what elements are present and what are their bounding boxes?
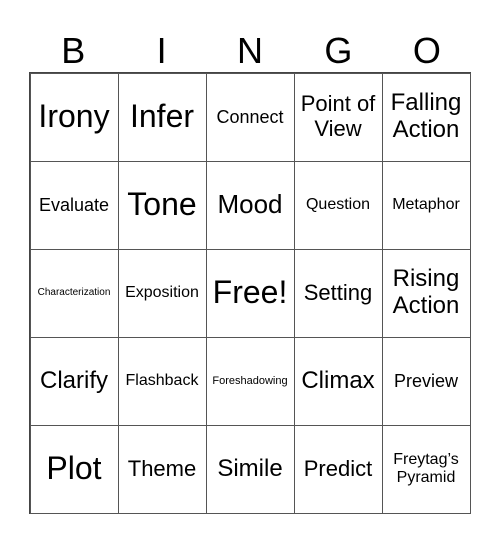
bingo-cell[interactable]: Metaphor <box>381 160 471 250</box>
bingo-grid: Irony Infer Connect Point of View Fallin… <box>29 72 471 514</box>
bingo-cell[interactable]: Mood <box>205 160 295 250</box>
header-letter-g: G <box>324 30 353 71</box>
bingo-cell[interactable]: Climax <box>293 336 383 426</box>
bingo-header: B I N G O <box>29 30 471 72</box>
header-letter-n: N <box>237 30 264 71</box>
bingo-cell[interactable]: Infer <box>117 72 207 162</box>
bingo-cell[interactable]: Exposition <box>117 248 207 338</box>
bingo-cell[interactable]: Preview <box>381 336 471 426</box>
bingo-cell[interactable]: Connect <box>205 72 295 162</box>
bingo-cell[interactable]: Point of View <box>293 72 383 162</box>
header-letter-b: B <box>61 30 86 71</box>
bingo-cell[interactable]: Flashback <box>117 336 207 426</box>
bingo-cell[interactable]: Question <box>293 160 383 250</box>
bingo-cell[interactable]: Foreshadowing <box>205 336 295 426</box>
free-space-cell[interactable]: Free! <box>205 248 295 338</box>
bingo-cell[interactable]: Irony <box>29 72 119 162</box>
bingo-cell[interactable]: Setting <box>293 248 383 338</box>
bingo-cell[interactable]: Evaluate <box>29 160 119 250</box>
bingo-cell[interactable]: Predict <box>293 424 383 514</box>
bingo-cell[interactable]: Falling Action <box>381 72 471 162</box>
header-letter-o: O <box>412 30 441 71</box>
bingo-cell[interactable]: Characterization <box>29 248 119 338</box>
bingo-cell[interactable]: Freytag’s Pyramid <box>381 424 471 514</box>
bingo-cell[interactable]: Plot <box>29 424 119 514</box>
bingo-cell[interactable]: Tone <box>117 160 207 250</box>
header-letter-i: I <box>156 30 167 71</box>
bingo-cell[interactable]: Theme <box>117 424 207 514</box>
bingo-cell[interactable]: Rising Action <box>381 248 471 338</box>
bingo-cell[interactable]: Simile <box>205 424 295 514</box>
bingo-cell[interactable]: Clarify <box>29 336 119 426</box>
